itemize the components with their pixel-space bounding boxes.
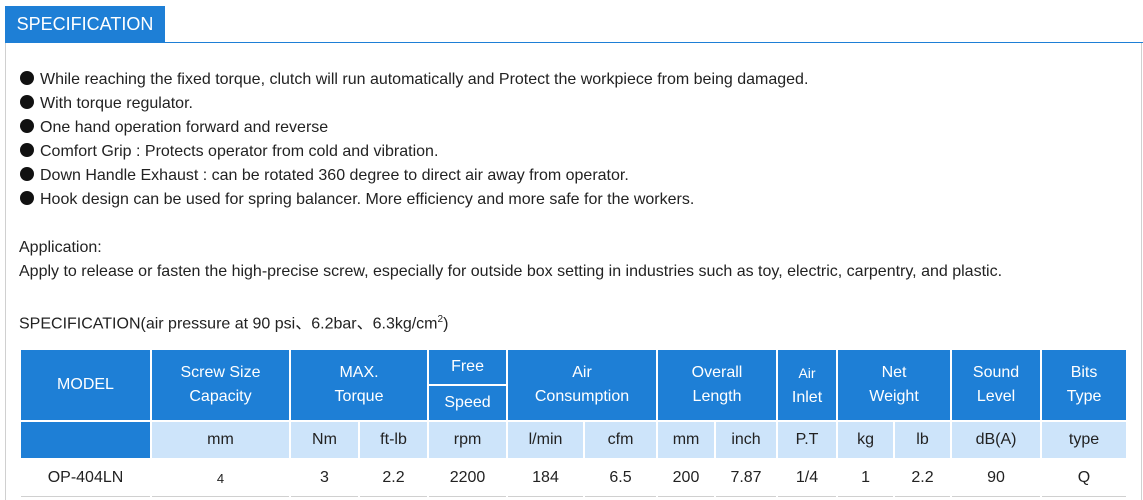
cell-screw-mm: 4 xyxy=(150,458,291,497)
cell-speed-rpm: 2200 xyxy=(427,458,509,497)
header-speed: Speed xyxy=(427,384,509,422)
header-model: MODEL xyxy=(19,348,152,422)
header-air-consumption: Air Consumption xyxy=(506,348,659,422)
cell-length-inch: 7.87 xyxy=(714,458,779,497)
cell-length-mm: 200 xyxy=(656,458,717,497)
header-bits-type: Bits Type xyxy=(1040,348,1129,422)
unit-cell: cfm xyxy=(583,420,659,460)
feature-text: One hand operation forward and reverse xyxy=(40,119,329,136)
feature-item: With torque regulator. xyxy=(20,92,808,116)
spec-table: MODEL Screw Size Capacity MAX. Torque Free… xyxy=(19,348,1129,497)
unit-cell: Nm xyxy=(289,420,360,460)
unit-cell: l/min xyxy=(506,420,586,460)
tab-bar: SPECIFICATION xyxy=(0,0,1143,45)
header-net-weight: Net Weight xyxy=(836,348,953,422)
cell-air-cfm: 6.5 xyxy=(583,458,659,497)
feature-item: Comfort Grip : Protects operator from co… xyxy=(20,140,808,164)
spec-caption: SPECIFICATION(air pressure at 90 psi、6.2… xyxy=(19,308,448,336)
tab-specification[interactable]: SPECIFICATION xyxy=(5,6,165,42)
bullet-icon xyxy=(20,119,34,133)
spec-caption-suffix: ) xyxy=(443,315,449,333)
application-heading: Application: xyxy=(19,239,102,256)
unit-row: mm Nm ft-lb rpm l/min cfm mm inch P.T kg… xyxy=(19,420,1129,460)
unit-cell: inch xyxy=(714,420,779,460)
cell-air-lmin: 184 xyxy=(506,458,586,497)
header-free: Free xyxy=(427,348,509,386)
cell-sound: 90 xyxy=(950,458,1043,497)
feature-text: Hook design can be used for spring balan… xyxy=(40,191,695,208)
cell-torque-ftlb: 2.2 xyxy=(357,458,430,497)
cell-bits: Q xyxy=(1040,458,1129,497)
unit-model-blank xyxy=(19,420,152,460)
feature-text: Comfort Grip : Protects operator from co… xyxy=(40,143,439,160)
bullet-icon xyxy=(20,71,34,85)
unit-cell: rpm xyxy=(427,420,509,460)
unit-cell: lb xyxy=(893,420,953,460)
cell-model: OP-404LN xyxy=(19,458,152,497)
header-row-1: MODEL Screw Size Capacity MAX. Torque Free… xyxy=(19,348,1129,422)
unit-cell: mm xyxy=(656,420,717,460)
unit-cell: type xyxy=(1040,420,1129,460)
spec-caption-prefix: SPECIFICATION(air pressure at 90 psi、6.2… xyxy=(19,315,438,333)
cell-weight-kg: 1 xyxy=(836,458,896,497)
bullet-icon xyxy=(20,143,34,157)
header-overall-length: Overall Length xyxy=(656,348,779,422)
feature-item: Down Handle Exhaust : can be rotated 360… xyxy=(20,164,808,188)
feature-list: While reaching the fixed torque, clutch … xyxy=(20,68,808,212)
feature-item: Hook design can be used for spring balan… xyxy=(20,188,808,212)
unit-cell: ft-lb xyxy=(357,420,430,460)
header-air-inlet: Air Inlet xyxy=(776,348,839,422)
cell-inlet: 1/4 xyxy=(776,458,839,497)
feature-item: One hand operation forward and reverse xyxy=(20,116,808,140)
header-screw-size: Screw Size Capacity xyxy=(150,348,291,422)
bullet-icon xyxy=(20,167,34,181)
feature-text: While reaching the fixed torque, clutch … xyxy=(40,71,809,88)
header-max-torque: MAX. Torque xyxy=(288,348,430,422)
application-text: Apply to release or fasten the high-prec… xyxy=(19,263,1003,280)
feature-text: With torque regulator. xyxy=(40,95,193,112)
cell-weight-lb: 2.2 xyxy=(893,458,953,497)
feature-text: Down Handle Exhaust : can be rotated 360… xyxy=(40,167,629,184)
bullet-icon xyxy=(20,95,34,109)
table-row: OP-404LN 4 3 2.2 2200 184 6.5 200 7.87 1… xyxy=(19,458,1129,497)
unit-cell: mm xyxy=(150,420,291,460)
unit-cell: P.T xyxy=(776,420,839,460)
application-section: Application: Apply to release or fasten … xyxy=(19,236,1002,284)
unit-cell: dB(A) xyxy=(950,420,1043,460)
bullet-icon xyxy=(20,191,34,205)
feature-item: While reaching the fixed torque, clutch … xyxy=(20,68,808,92)
header-sound-level: Sound Level xyxy=(950,348,1043,422)
unit-cell: kg xyxy=(836,420,896,460)
cell-torque-nm: 3 xyxy=(289,458,360,497)
